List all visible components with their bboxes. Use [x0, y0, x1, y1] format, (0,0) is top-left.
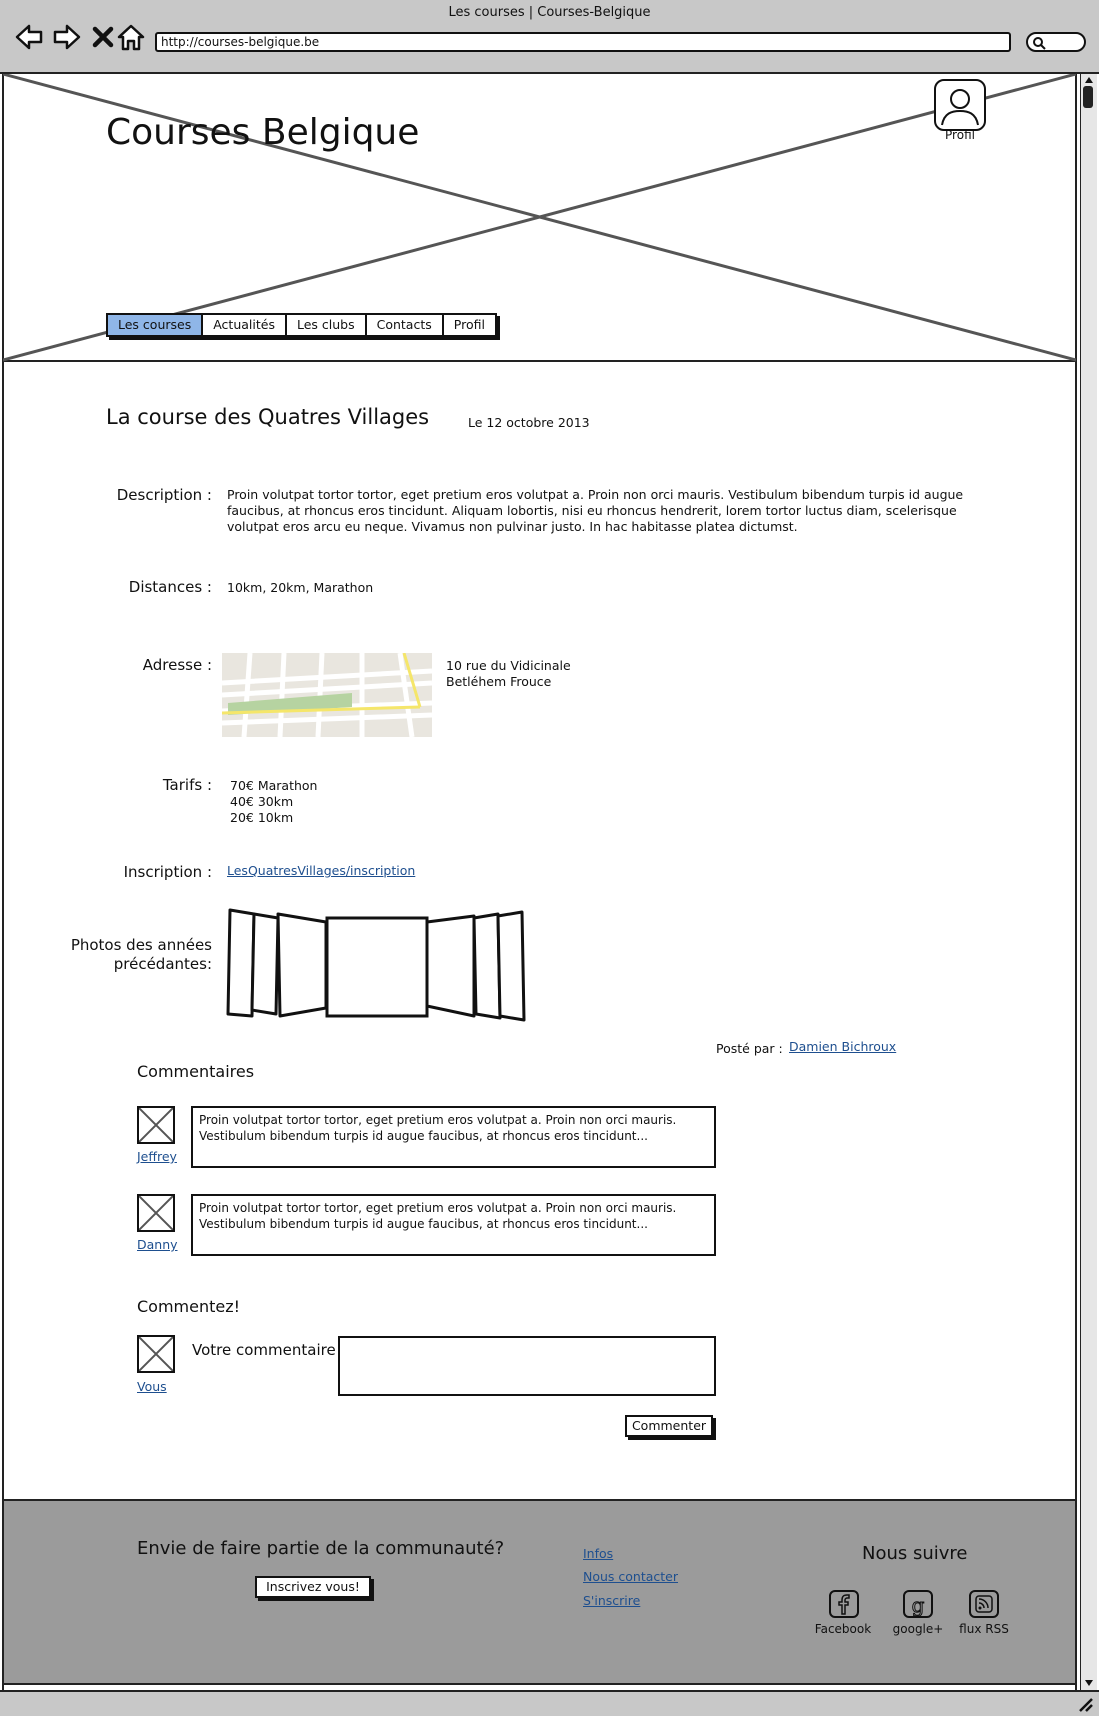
site-title: Courses Belgique	[106, 112, 420, 153]
resize-grip-icon[interactable]	[1076, 1696, 1094, 1712]
race-date: Le 12 octobre 2013	[468, 415, 590, 430]
rss-icon[interactable]	[969, 1590, 999, 1618]
tab-profil[interactable]: Profil	[444, 315, 495, 335]
description-label: Description :	[116, 486, 212, 504]
stop-icon[interactable]	[88, 22, 118, 52]
image-placeholder-icon	[138, 1107, 174, 1143]
scroll-down-icon[interactable]	[1084, 1679, 1094, 1687]
signup-button[interactable]: Inscrivez vous!	[255, 1576, 371, 1598]
browser-search-input[interactable]	[1026, 32, 1086, 52]
address-line-1: 10 rue du Vidicinale	[446, 658, 571, 673]
facebook-icon[interactable]	[829, 1590, 859, 1618]
current-user-avatar	[137, 1335, 175, 1373]
vertical-scrollbar[interactable]	[1080, 74, 1097, 1690]
address-label: Adresse :	[142, 656, 212, 674]
tarif-marathon: 70€ Marathon	[230, 778, 318, 793]
race-title: La course des Quatres Villages	[106, 405, 430, 429]
photos-label-line-2: précédantes:	[113, 955, 212, 973]
window-title: Les courses | Courses-Belgique	[448, 5, 651, 20]
submit-comment-button[interactable]: Commenter	[625, 1415, 713, 1437]
tarif-30km: 40€ 30km	[230, 794, 294, 809]
address-map[interactable]	[222, 653, 432, 737]
comment-avatar-jeffrey	[137, 1106, 175, 1144]
main-nav-tabs: Les courses Actualités Les clubs Contact…	[106, 313, 497, 337]
comment-form-title: Commentez!	[137, 1297, 241, 1316]
tab-contacts[interactable]: Contacts	[367, 315, 444, 335]
url-bar[interactable]: http://courses-belgique.be	[155, 32, 1011, 52]
photo-carousel[interactable]	[226, 906, 528, 1024]
scroll-up-icon[interactable]	[1084, 76, 1094, 84]
footer-link-signup[interactable]: S'inscrire	[583, 1593, 640, 1608]
tarif-10km: 20€ 10km	[230, 810, 294, 825]
distances-value: 10km, 20km, Marathon	[227, 580, 374, 595]
current-user-link[interactable]: Vous	[137, 1379, 167, 1394]
posted-by-author-link[interactable]: Damien Bichroux	[789, 1039, 896, 1054]
comment-textarea[interactable]	[338, 1336, 716, 1396]
google-plus-icon[interactable]: g	[903, 1590, 933, 1618]
profile-avatar[interactable]	[934, 79, 986, 131]
photos-label-line-1: Photos des années	[70, 936, 212, 954]
tab-actualites[interactable]: Actualités	[203, 315, 287, 335]
tarifs-label: Tarifs :	[162, 776, 212, 794]
photos-label: Photos des années précédantes:	[40, 936, 212, 974]
map-image	[222, 653, 432, 737]
image-placeholder-icon	[138, 1336, 174, 1372]
profile-label[interactable]: Profil	[930, 128, 990, 142]
footer-link-contact[interactable]: Nous contacter	[583, 1569, 678, 1584]
tab-les-clubs[interactable]: Les clubs	[287, 315, 367, 335]
footer-link-infos[interactable]: Infos	[583, 1546, 613, 1561]
follow-title: Nous suivre	[862, 1543, 968, 1564]
scroll-thumb[interactable]	[1083, 86, 1093, 108]
comment-field-label: Votre commentaire :	[192, 1341, 346, 1359]
svg-text:g: g	[912, 1593, 925, 1616]
description-text: Proin volutpat tortor tortor, eget preti…	[227, 487, 964, 534]
status-bar	[0, 1690, 1099, 1716]
tab-les-courses[interactable]: Les courses	[108, 315, 204, 335]
comment-author-link[interactable]: Danny	[137, 1237, 178, 1252]
posted-by-label: Posté par :	[716, 1041, 783, 1056]
distances-label: Distances :	[128, 578, 212, 596]
home-icon[interactable]	[116, 22, 146, 52]
inscription-link[interactable]: LesQuatresVillages/inscription	[227, 863, 415, 878]
back-arrow-icon[interactable]	[14, 22, 44, 52]
search-icon	[1033, 37, 1046, 50]
forward-arrow-icon[interactable]	[52, 22, 82, 52]
comments-title: Commentaires	[137, 1062, 255, 1081]
footer-question: Envie de faire partie de la communauté?	[137, 1538, 505, 1559]
rss-label[interactable]: flux RSS	[939, 1622, 1029, 1636]
comment-text: Proin volutpat tortor tortor, eget preti…	[191, 1194, 716, 1256]
address-line-2: Betléhem Frouce	[446, 674, 552, 689]
user-icon	[941, 89, 979, 126]
inscription-label: Inscription :	[123, 863, 212, 881]
comment-avatar-danny	[137, 1194, 175, 1232]
comment-text: Proin volutpat tortor tortor, eget preti…	[191, 1106, 716, 1168]
comment-author-link[interactable]: Jeffrey	[137, 1149, 177, 1164]
image-placeholder-icon	[138, 1195, 174, 1231]
